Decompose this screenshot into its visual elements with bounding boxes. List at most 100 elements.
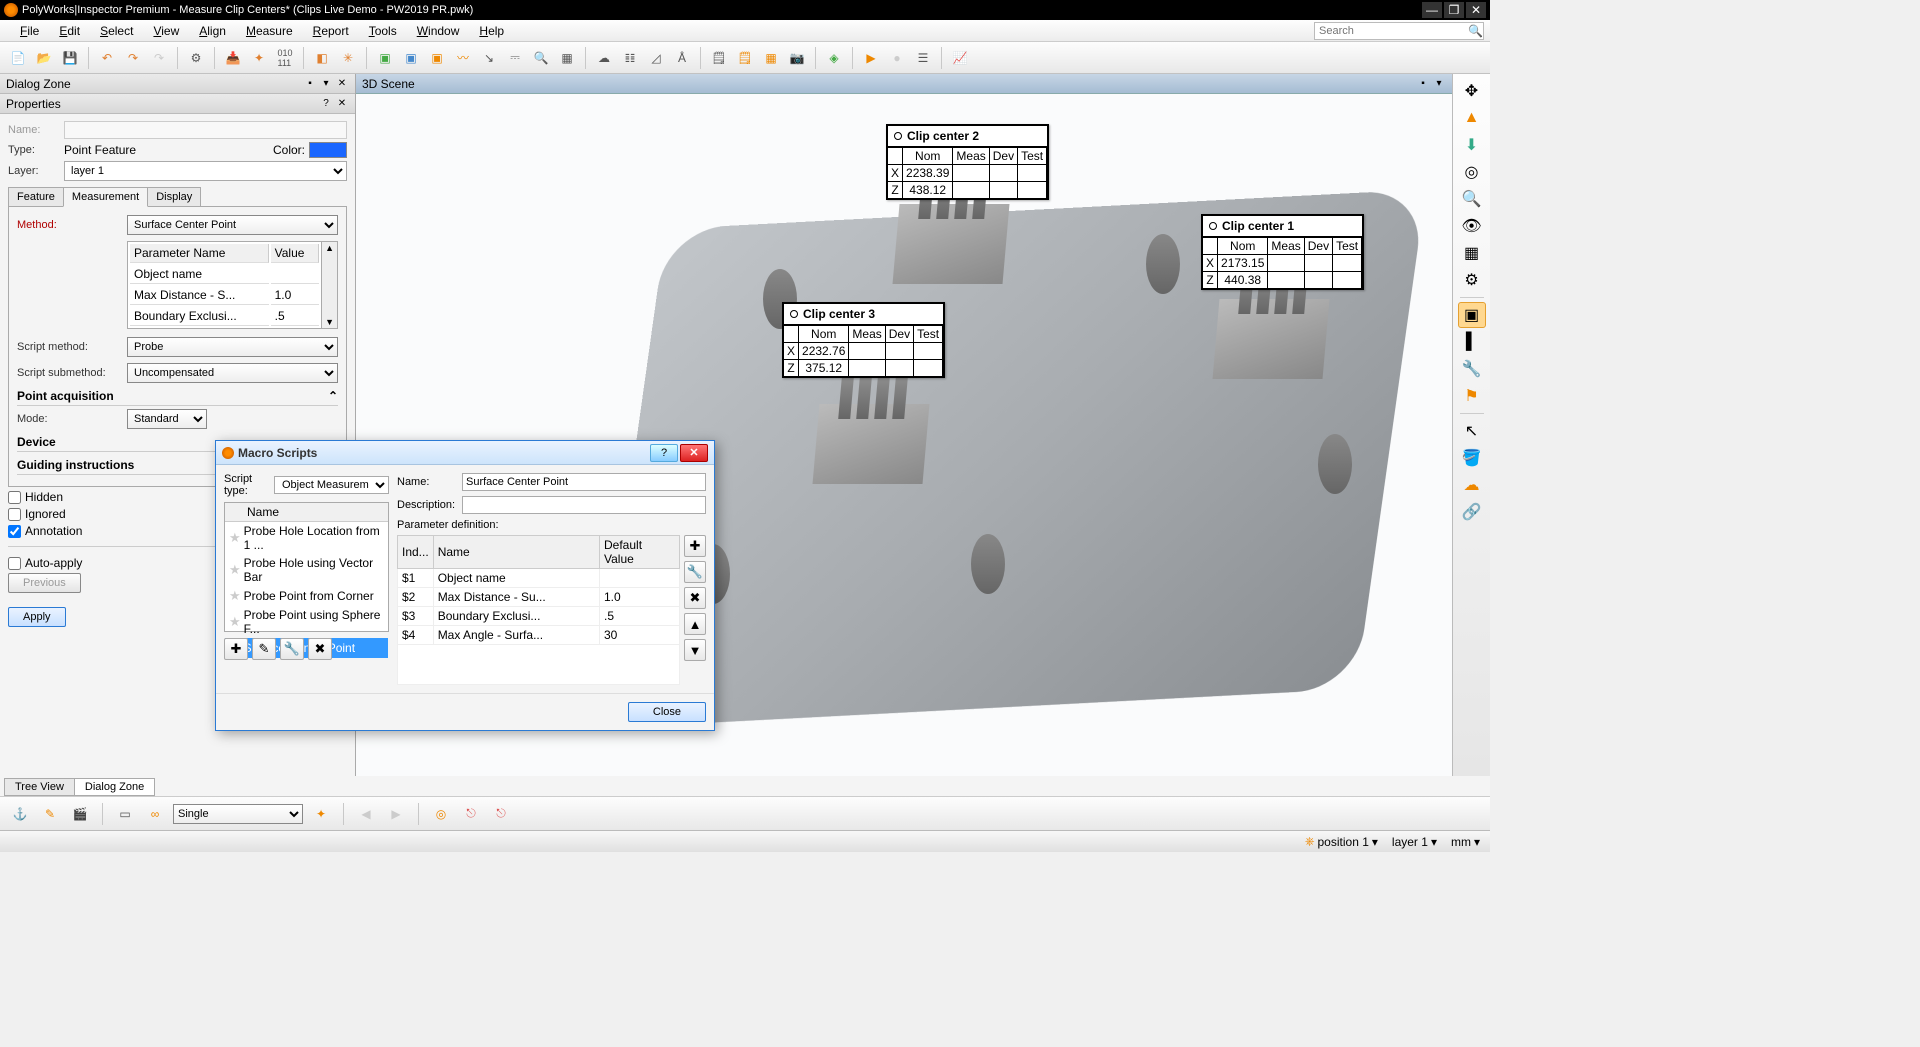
calc-icon[interactable]: ▦ bbox=[555, 46, 579, 70]
note-icon[interactable]: 🗒 bbox=[707, 46, 731, 70]
delete-script-button[interactable]: ✖ bbox=[308, 638, 332, 660]
close-icon[interactable]: ✕ bbox=[335, 77, 349, 91]
robot1-icon[interactable]: ⎋ bbox=[459, 802, 483, 826]
collapse-icon[interactable]: ⌃ bbox=[328, 389, 338, 403]
menu-select[interactable]: Select bbox=[90, 22, 143, 40]
mode-select[interactable]: Standard bbox=[127, 409, 207, 429]
scribble-icon[interactable]: 〰 bbox=[451, 46, 475, 70]
scroll-up-icon[interactable]: ▲ bbox=[324, 242, 335, 254]
close-icon[interactable]: ✕ bbox=[335, 97, 349, 111]
box-green-icon[interactable]: ▣ bbox=[373, 46, 397, 70]
help-icon[interactable]: ? bbox=[319, 97, 333, 111]
search-input[interactable] bbox=[1315, 25, 1465, 37]
section-icon[interactable]: ⎓ bbox=[503, 46, 527, 70]
config-script-button[interactable]: 🔧 bbox=[280, 638, 304, 660]
bar-icon[interactable]: ▌ bbox=[1458, 329, 1486, 355]
redo2-icon[interactable]: ↷ bbox=[147, 46, 171, 70]
new-icon[interactable]: 📄 bbox=[6, 46, 30, 70]
maximize-button[interactable]: ❐ bbox=[1444, 2, 1464, 18]
menu-window[interactable]: Window bbox=[407, 22, 470, 40]
record-icon[interactable]: ● bbox=[885, 46, 909, 70]
down-icon[interactable]: ⬇ bbox=[1458, 132, 1486, 158]
arrow-right-icon[interactable]: ▶ bbox=[384, 802, 408, 826]
script-item[interactable]: ★Probe Point from Corner bbox=[225, 586, 388, 606]
move-up-button[interactable]: ▲ bbox=[684, 613, 706, 635]
autoapply-checkbox[interactable] bbox=[8, 557, 21, 570]
layer-select[interactable]: layer 1 bbox=[64, 161, 347, 181]
target2-icon[interactable]: ◎ bbox=[429, 802, 453, 826]
script-submethod-select[interactable]: Uncompensated bbox=[127, 363, 338, 383]
dialog-close-button[interactable]: ✕ bbox=[680, 444, 708, 462]
redo-icon[interactable]: ↷ bbox=[121, 46, 145, 70]
zoom-in-icon[interactable]: 🔍 bbox=[1458, 186, 1486, 212]
flag-icon[interactable]: ⚑ bbox=[1458, 383, 1486, 409]
desc-input[interactable] bbox=[462, 496, 706, 514]
dialog-titlebar[interactable]: Macro Scripts ? ✕ bbox=[216, 441, 714, 465]
callout-clip-center-2[interactable]: Clip center 2 NomMeasDevTest X2238.39 Z4… bbox=[886, 124, 1049, 200]
probe-icon[interactable]: ↘ bbox=[477, 46, 501, 70]
delete-param-button[interactable]: ✖ bbox=[684, 587, 706, 609]
script-type-select[interactable]: Object Measurem bbox=[274, 476, 389, 494]
open-icon[interactable]: 📂 bbox=[32, 46, 56, 70]
cloud-icon[interactable]: ☁ bbox=[592, 46, 616, 70]
dialog-help-button[interactable]: ? bbox=[650, 444, 678, 462]
menu-help[interactable]: Help bbox=[469, 22, 514, 40]
note2-icon[interactable]: 🗒 bbox=[733, 46, 757, 70]
burst-icon[interactable]: ✦ bbox=[247, 46, 271, 70]
probe-laser-icon[interactable]: ✎ bbox=[38, 802, 62, 826]
fit-icon[interactable]: ✥ bbox=[1458, 78, 1486, 104]
layers-icon[interactable]: ◈ bbox=[822, 46, 846, 70]
menu-icon[interactable]: ▾ bbox=[319, 77, 333, 91]
script-item[interactable]: ★Probe Hole using Vector Bar bbox=[225, 554, 388, 586]
param-name[interactable]: Boundary Exclusi... bbox=[130, 307, 269, 326]
edit-script-button[interactable]: ✎ bbox=[252, 638, 276, 660]
close-button[interactable]: ✕ bbox=[1466, 2, 1486, 18]
caliper-icon[interactable]: 𝌮 bbox=[618, 46, 642, 70]
menu-edit[interactable]: Edit bbox=[49, 22, 90, 40]
save-icon[interactable]: 💾 bbox=[58, 46, 82, 70]
tab-tree-view[interactable]: Tree View bbox=[4, 778, 75, 796]
axis-icon[interactable]: ▲ bbox=[1458, 105, 1486, 131]
color-swatch[interactable] bbox=[309, 142, 347, 158]
menu-report[interactable]: Report bbox=[303, 22, 359, 40]
robot2-icon[interactable]: ⎋ bbox=[489, 802, 513, 826]
script-method-select[interactable]: Probe bbox=[127, 337, 338, 357]
undo-icon[interactable]: ↶ bbox=[95, 46, 119, 70]
import-icon[interactable]: 📥 bbox=[221, 46, 245, 70]
bucket-icon[interactable]: 🪣 bbox=[1458, 445, 1486, 471]
param-value[interactable]: 1.0 bbox=[271, 286, 320, 305]
menu-measure[interactable]: Measure bbox=[236, 22, 303, 40]
tab-measurement[interactable]: Measurement bbox=[63, 187, 148, 207]
menu-align[interactable]: Align bbox=[189, 22, 236, 40]
menu-view[interactable]: View bbox=[143, 22, 189, 40]
digits-icon[interactable]: 010111 bbox=[273, 46, 297, 70]
cursor-icon[interactable]: ↖ bbox=[1458, 418, 1486, 444]
zoom-icon[interactable]: 🔍 bbox=[529, 46, 553, 70]
target-icon[interactable]: ◎ bbox=[1458, 159, 1486, 185]
angle-icon[interactable]: ◿ bbox=[644, 46, 668, 70]
add-param-button[interactable]: ✚ bbox=[684, 535, 706, 557]
gear-icon[interactable]: ⚙ bbox=[1458, 267, 1486, 293]
callout-clip-center-1[interactable]: Clip center 1 NomMeasDevTest X2173.15 Z4… bbox=[1201, 214, 1364, 290]
menu-file[interactable]: File bbox=[10, 22, 49, 40]
add-script-button[interactable]: ✚ bbox=[224, 638, 248, 660]
minimize-button[interactable]: — bbox=[1422, 2, 1442, 18]
status-unit[interactable]: mm▾ bbox=[1451, 835, 1480, 849]
script-item[interactable]: ★Probe Point using Sphere F... bbox=[225, 606, 388, 638]
clapperboard-icon[interactable]: 🎬 bbox=[68, 802, 92, 826]
list-icon[interactable]: ☰ bbox=[911, 46, 935, 70]
chart-icon[interactable]: 📈 bbox=[948, 46, 972, 70]
move-down-button[interactable]: ▼ bbox=[684, 639, 706, 661]
camera-icon[interactable]: 📷 bbox=[785, 46, 809, 70]
ignored-checkbox[interactable] bbox=[8, 508, 21, 521]
link-icon[interactable]: 🔗 bbox=[1458, 499, 1486, 525]
box-blue-icon[interactable]: ▣ bbox=[399, 46, 423, 70]
eye-icon[interactable]: 👁 bbox=[1458, 213, 1486, 239]
play-icon[interactable]: ▶ bbox=[859, 46, 883, 70]
sheet-icon[interactable]: ▭ bbox=[113, 802, 137, 826]
tab-dialog-zone[interactable]: Dialog Zone bbox=[74, 778, 155, 796]
probe-anchor-icon[interactable]: ⚓ bbox=[8, 802, 32, 826]
options-icon[interactable]: ⚙ bbox=[184, 46, 208, 70]
scroll-down-icon[interactable]: ▼ bbox=[324, 316, 335, 328]
axes-icon[interactable]: ✳ bbox=[336, 46, 360, 70]
